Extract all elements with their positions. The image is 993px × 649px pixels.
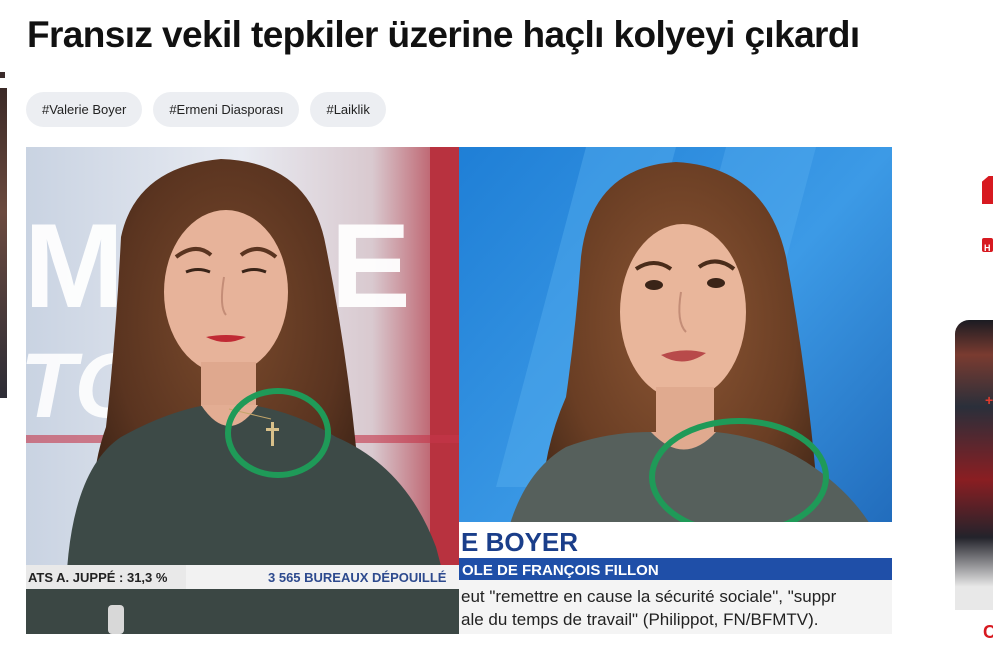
- left-ticker-text: ATS A. JUPPÉ : 31,3 %: [28, 570, 168, 585]
- right-role-strip: OLE DE FRANÇOIS FILLON: [462, 562, 659, 579]
- tag-list: #Valerie Boyer #Ermeni Diasporası #Laikl…: [26, 92, 386, 127]
- article-main-image: MAIRE TO: [26, 147, 892, 634]
- tag-ermeni-diasporasi[interactable]: #Ermeni Diasporası: [153, 92, 300, 127]
- sidebar-badge: H: [982, 238, 993, 253]
- left-edge-mark: [0, 72, 5, 78]
- left-ticker-text-2: 3 565 BUREAUX DÉPOUILLÉ: [268, 570, 447, 585]
- article-headline: Fransız vekil tepkiler üzerine haçlı kol…: [27, 14, 860, 55]
- left-edge-thumbnail[interactable]: [0, 88, 7, 398]
- tag-valerie-boyer[interactable]: #Valerie Boyer: [26, 92, 143, 127]
- right-name-strip: E BOYER: [461, 527, 578, 557]
- sidebar-logo-icon: [982, 176, 993, 204]
- right-caption-line-2: ale du temps de travail" (Philippot, FN/…: [461, 610, 819, 629]
- left-photo-panel: MAIRE TO: [26, 147, 459, 634]
- sidebar-promo-image[interactable]: [955, 320, 993, 610]
- right-photo-panel: E BOYER OLE DE FRANÇOIS FILLON eut "reme…: [459, 147, 892, 634]
- tag-laiklik[interactable]: #Laiklik: [310, 92, 386, 127]
- plus-icon: +: [985, 392, 993, 408]
- right-sidebar: H + C: [955, 170, 993, 649]
- right-caption-line-1: eut "remettre en cause la sécurité socia…: [461, 587, 837, 606]
- sidebar-label[interactable]: C: [983, 622, 993, 643]
